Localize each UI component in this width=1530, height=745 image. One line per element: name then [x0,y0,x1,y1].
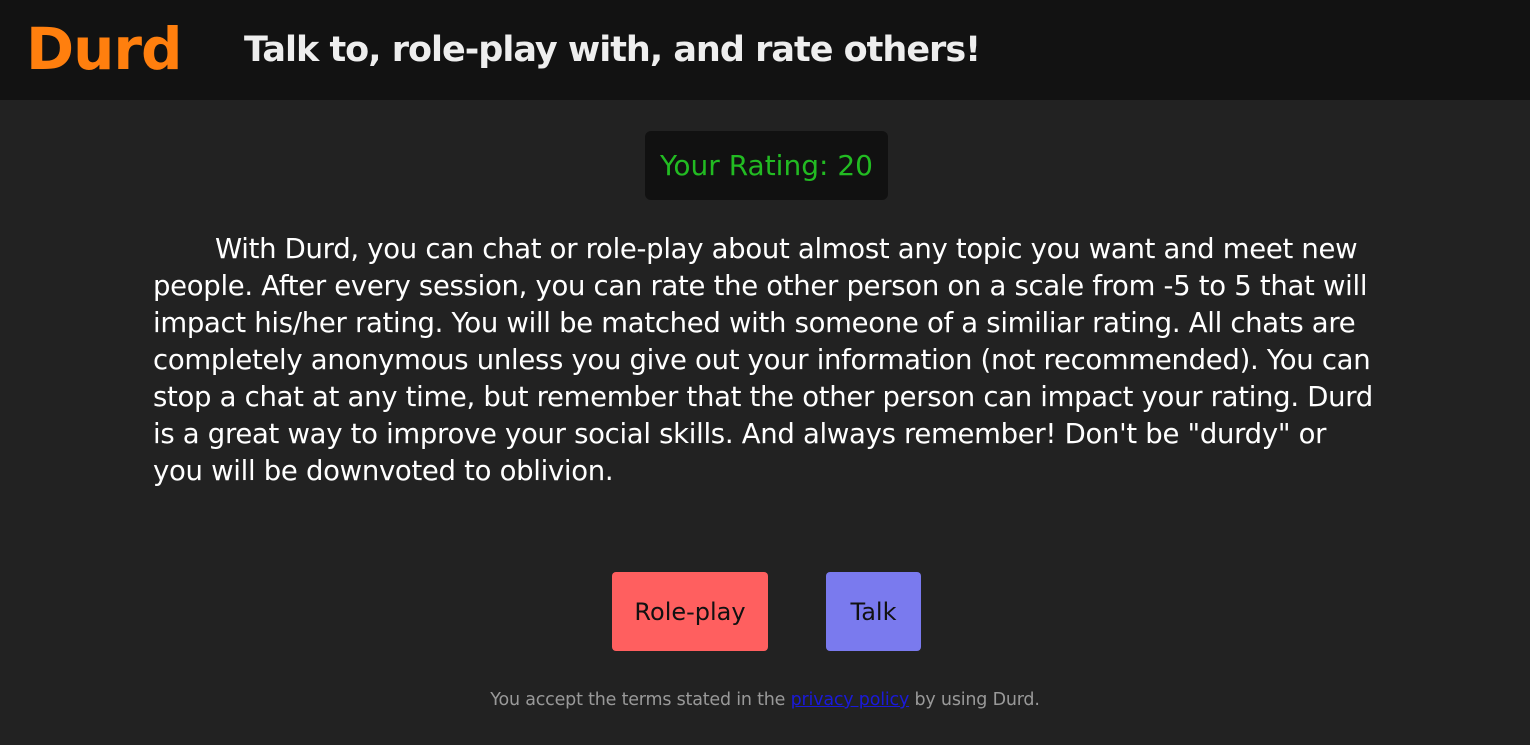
footer-notice: You accept the terms stated in the priva… [0,688,1530,712]
description-text: With Durd, you can chat or role-play abo… [153,233,1373,487]
header: Durd Talk to, role-play with, and rate o… [0,0,1530,100]
footer-prefix: You accept the terms stated in the [490,690,791,710]
privacy-policy-link[interactable]: privacy policy [791,690,910,710]
rating-text: Your Rating: 20 [660,149,873,182]
talk-button[interactable]: Talk [826,572,921,651]
tagline: Talk to, role-play with, and rate others… [244,30,981,70]
footer-suffix: by using Durd. [909,690,1040,710]
rating-badge: Your Rating: 20 [645,131,888,200]
logo[interactable]: Durd [26,14,183,84]
role-play-button[interactable]: Role-play [612,572,768,651]
